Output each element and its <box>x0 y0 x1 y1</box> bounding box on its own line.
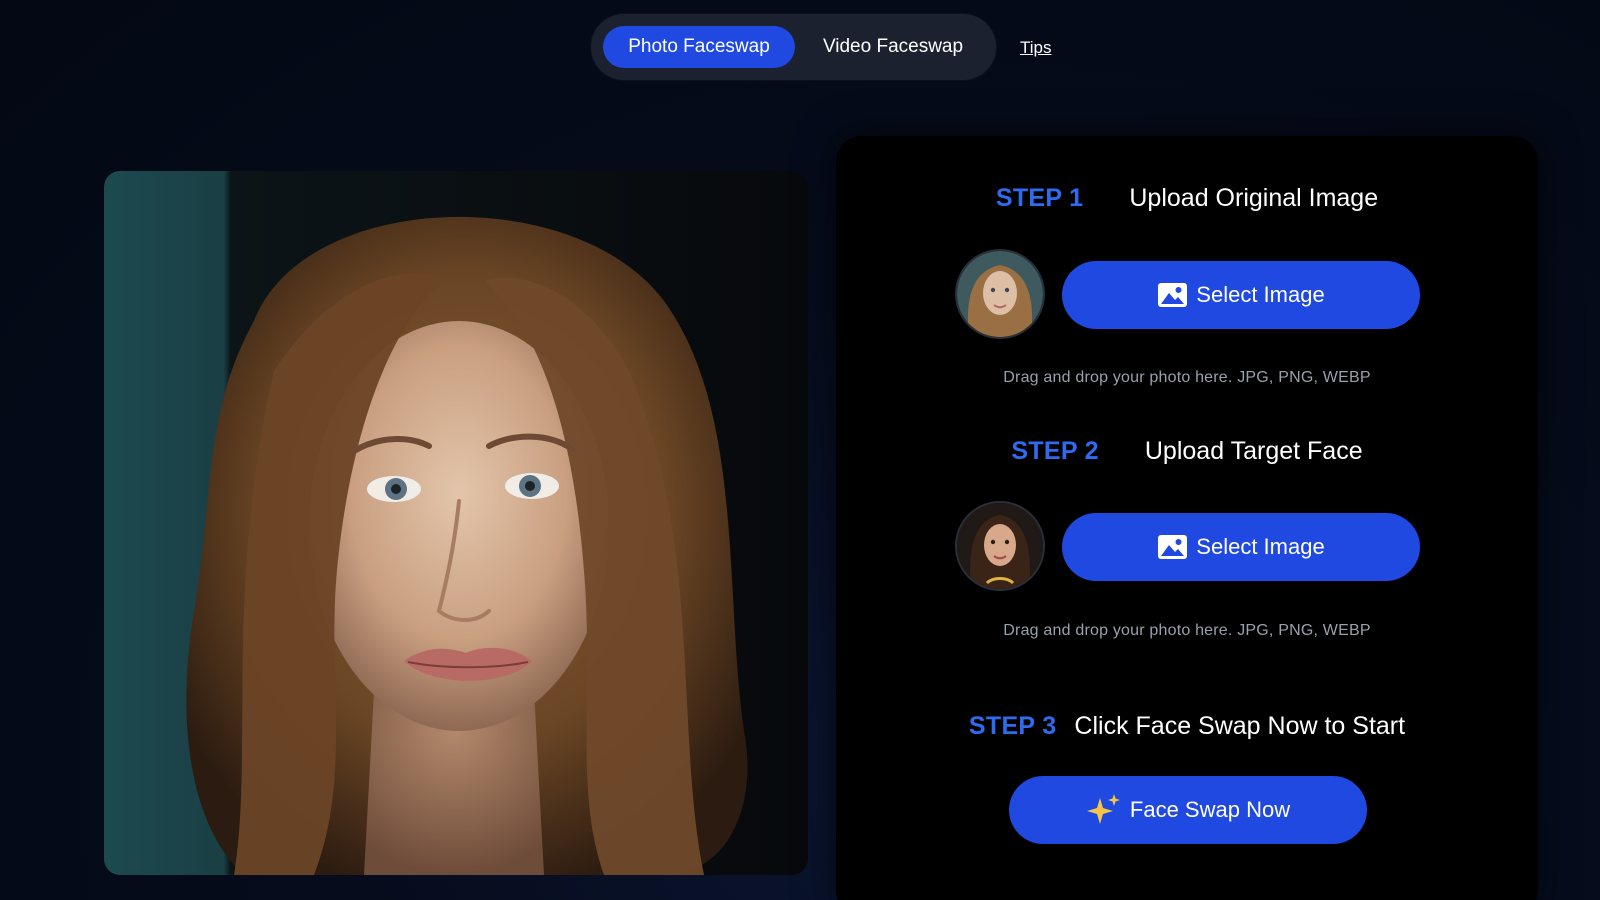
select-image-label: Select Image <box>1196 534 1325 559</box>
face-swap-now-button[interactable]: Face Swap Now <box>1009 776 1367 844</box>
step-3-header: STEP 3 Click Face Swap Now to Start <box>836 712 1538 741</box>
tab-video-faceswap[interactable]: Video Faceswap <box>801 26 985 68</box>
portrait-image <box>104 171 808 875</box>
step-3-title: Click Face Swap Now to Start <box>1074 712 1406 740</box>
step-2-header: STEP 2 Upload Target Face <box>836 437 1538 466</box>
steps-panel: STEP 1 Upload Original Image Select Imag… <box>836 136 1538 900</box>
step-2-title: Upload Target Face <box>1144 437 1363 465</box>
select-original-image-button[interactable]: Select Image <box>1062 261 1420 329</box>
step-1-label: STEP 1 <box>995 184 1084 212</box>
preview-image <box>104 171 808 875</box>
mode-switch: Photo Faceswap Video Faceswap <box>591 14 996 80</box>
tips-link[interactable]: Tips <box>1020 38 1052 58</box>
step-1-hint: Drag and drop your photo here. JPG, PNG,… <box>1003 369 1371 386</box>
sparkle-icon <box>1086 794 1120 824</box>
image-icon <box>1158 283 1188 307</box>
step-2-hint: Drag and drop your photo here. JPG, PNG,… <box>1003 622 1371 639</box>
image-icon <box>1158 535 1188 559</box>
step-3-label: STEP 3 <box>968 712 1057 740</box>
step-2-label: STEP 2 <box>1011 437 1099 465</box>
step-1-header: STEP 1 Upload Original Image <box>836 184 1538 213</box>
original-image-thumbnail <box>955 249 1045 339</box>
target-face-thumbnail <box>955 501 1045 591</box>
select-target-face-button[interactable]: Select Image <box>1062 513 1420 581</box>
select-image-label: Select Image <box>1196 282 1325 307</box>
face-swap-now-label: Face Swap Now <box>1129 797 1291 822</box>
tab-photo-faceswap[interactable]: Photo Faceswap <box>603 26 795 68</box>
faceswap-page: Photo Faceswap Video Faceswap Tips STEP … <box>0 0 1600 900</box>
step-1-title: Upload Original Image <box>1129 184 1379 212</box>
